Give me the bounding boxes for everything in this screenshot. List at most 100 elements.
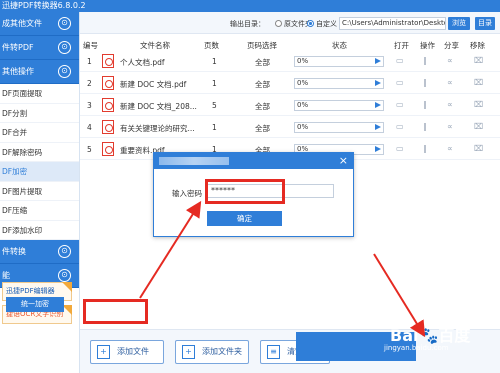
expand-icon[interactable]: ⊙ [58, 269, 71, 282]
pdf-file-icon [102, 76, 114, 90]
trash-icon[interactable]: ⌧ [474, 100, 483, 109]
sidebar-section-file-to-pdf[interactable]: 件转PDF ⊙ [0, 36, 79, 60]
pdf-file-icon [102, 120, 114, 134]
share-icon[interactable]: ∝ [447, 56, 453, 65]
row-progress: 0% [294, 100, 384, 111]
play-icon[interactable] [375, 146, 381, 152]
progress-text: 0% [297, 57, 309, 65]
highlight-box-unified-encrypt [83, 299, 148, 324]
add-folder-icon: + [182, 345, 195, 359]
row-num: 3 [87, 101, 92, 110]
play-icon[interactable] [375, 58, 381, 64]
highlight-box-password [205, 179, 285, 204]
sidebar-item-remove-password[interactable]: DF解除密码 [0, 142, 79, 162]
row-pages: 1 [212, 79, 217, 88]
share-icon[interactable]: ∝ [447, 144, 453, 153]
pdf-file-icon [102, 54, 114, 68]
row-pages: 1 [212, 123, 217, 132]
sidebar-section-label: 其他操作 [2, 67, 34, 76]
pause-icon[interactable]: ‖ [423, 78, 427, 87]
pause-icon[interactable]: ‖ [423, 144, 427, 153]
row-range[interactable]: 全部 [255, 57, 270, 68]
pause-icon[interactable]: ‖ [423, 100, 427, 109]
row-range[interactable]: 全部 [255, 101, 270, 112]
confirm-button[interactable]: 确定 [207, 211, 282, 226]
play-icon[interactable] [375, 80, 381, 86]
add-folder-button[interactable]: + 添加文件夹 [175, 340, 249, 364]
sidebar-item-encrypt[interactable]: DF加密 [0, 162, 79, 182]
output-path-field[interactable]: C:\Users\Administrator\Deskto [339, 17, 446, 30]
radio-label: 自定义 [316, 20, 337, 28]
directory-button[interactable]: 目录 [475, 17, 495, 30]
sidebar-item-page-extract[interactable]: DF页面提取 [0, 84, 79, 104]
share-icon[interactable]: ∝ [447, 100, 453, 109]
row-num: 5 [87, 145, 92, 154]
sidebar-section-file-convert[interactable]: 件转换 ⊙ [0, 240, 79, 264]
output-label: 输出目录： [230, 20, 265, 28]
table-row[interactable]: 2 新建 DOC 文档.pdf 1 全部 0% ▭ ‖ ∝ ⌧ [80, 72, 500, 94]
row-num: 1 [87, 57, 92, 66]
row-range[interactable]: 全部 [255, 123, 270, 134]
button-label: 添加文件 [117, 347, 149, 356]
folder-icon[interactable]: ▭ [396, 144, 404, 153]
row-filename: 个人文档.pdf [120, 58, 165, 67]
sidebar-item-split[interactable]: DF分割 [0, 103, 79, 123]
row-progress: 0% [294, 56, 384, 67]
sidebar-section-other-ops[interactable]: 其他操作 ⊙ [0, 60, 79, 84]
share-icon[interactable]: ∝ [447, 122, 453, 131]
row-num: 4 [87, 123, 92, 132]
password-label: 输入密码 [172, 189, 202, 198]
trash-icon[interactable]: ⌧ [474, 144, 483, 153]
baidu-watermark-url: jingyan.baidu.com [384, 344, 449, 352]
share-icon[interactable]: ∝ [447, 78, 453, 87]
sidebar-item-compress[interactable]: DF压缩 [0, 201, 79, 221]
blurred-title [159, 157, 229, 165]
corner-badge-icon [62, 282, 72, 292]
collapse-icon[interactable]: ⊙ [58, 65, 71, 78]
trash-icon[interactable]: ⌧ [474, 78, 483, 87]
radio-custom-folder[interactable]: 自定义 [307, 19, 337, 29]
table-row[interactable]: 1 个人文档.pdf 1 全部 0% ▭ ‖ ∝ ⌧ [80, 50, 500, 72]
folder-icon[interactable]: ▭ [396, 122, 404, 131]
add-file-button[interactable]: + 添加文件 [90, 340, 164, 364]
expand-icon[interactable]: ⊙ [58, 245, 71, 258]
play-icon[interactable] [375, 124, 381, 130]
sidebar-item-watermark[interactable]: DF添加水印 [0, 220, 79, 240]
sidebar-section-label: 能 [2, 271, 10, 280]
title-bar: 迅捷PDF转换器6.8.0.2 [0, 0, 500, 12]
sidebar-section-label: 件转换 [2, 247, 26, 256]
unified-encrypt-button[interactable]: 统一加密 [6, 297, 64, 312]
folder-icon[interactable]: ▭ [396, 78, 404, 87]
trash-icon[interactable]: ⌧ [474, 122, 483, 131]
sidebar-section-convert-to-other[interactable]: 成其他文件 ⊙ [0, 12, 79, 36]
expand-icon[interactable]: ⊙ [58, 17, 71, 30]
promo-label: 迅捷PDF编辑器 [6, 287, 55, 295]
browse-button[interactable]: 浏览 [448, 17, 470, 30]
sidebar-item-merge[interactable]: DF合并 [0, 123, 79, 143]
row-progress: 0% [294, 122, 384, 133]
folder-icon[interactable]: ▭ [396, 56, 404, 65]
row-filename: 新建 DOC 文档_208... [120, 102, 197, 111]
row-filename: 新建 DOC 文档.pdf [120, 80, 187, 89]
table-row[interactable]: 4 有关关键理论的研究... 1 全部 0% ▭ ‖ ∝ ⌧ [80, 116, 500, 138]
radio-on-icon [307, 20, 314, 27]
pause-icon[interactable]: ‖ [423, 56, 427, 65]
folder-icon[interactable]: ▭ [396, 100, 404, 109]
baidu-watermark-logo: Bai🐾百度 [390, 326, 471, 345]
pause-icon[interactable]: ‖ [423, 122, 427, 131]
row-progress: 0% [294, 78, 384, 89]
table-row[interactable]: 3 新建 DOC 文档_208... 5 全部 0% ▭ ‖ ∝ ⌧ [80, 94, 500, 116]
close-icon[interactable]: × [339, 154, 348, 168]
progress-text: 0% [297, 123, 309, 131]
row-range[interactable]: 全部 [255, 79, 270, 90]
dialog-titlebar: × [154, 153, 353, 169]
sidebar-section-label: 件转PDF [2, 43, 34, 52]
add-file-icon: + [97, 345, 110, 359]
clear-list-icon: ≡ [267, 345, 280, 359]
progress-text: 0% [297, 79, 309, 87]
sidebar-item-image-extract[interactable]: DF图片提取 [0, 181, 79, 201]
trash-icon[interactable]: ⌧ [474, 56, 483, 65]
play-icon[interactable] [375, 102, 381, 108]
button-label: 添加文件夹 [202, 347, 242, 356]
expand-icon[interactable]: ⊙ [58, 41, 71, 54]
